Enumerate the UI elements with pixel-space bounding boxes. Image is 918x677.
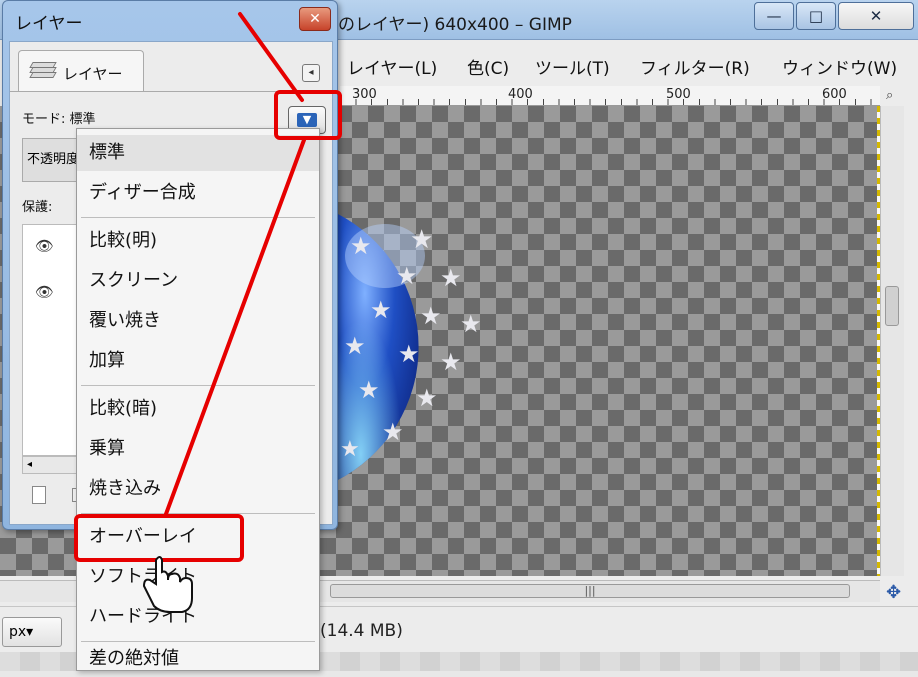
new-layer-icon[interactable] [32, 486, 46, 504]
svg-text:★: ★ [410, 225, 433, 255]
horizontal-ruler: 300 400 500 600 [340, 86, 880, 106]
navigate-icon[interactable]: ✥ [886, 582, 901, 603]
status-text: (14.4 MB) [320, 621, 403, 641]
eye-icon[interactable]: 👁 [35, 237, 54, 255]
svg-text:★: ★ [350, 232, 372, 260]
mode-option-burn[interactable]: 焼き込み [77, 471, 319, 507]
svg-text:★: ★ [420, 302, 442, 330]
mode-option-multiply[interactable]: 乗算 [77, 431, 319, 467]
menu-separator [81, 385, 315, 386]
menu-windows[interactable]: ウィンドウ(W) [782, 54, 897, 79]
horizontal-scroll-thumb[interactable]: ||| [330, 584, 850, 598]
unit-select[interactable]: px▾ [2, 617, 62, 647]
svg-text:★: ★ [398, 340, 420, 368]
menu-filters[interactable]: フィルター(R) [640, 54, 750, 79]
protect-label: 保護: [22, 200, 53, 215]
ruler-ticks [340, 99, 880, 105]
svg-text:★: ★ [440, 348, 462, 376]
vertical-scroll-thumb[interactable] [885, 286, 899, 326]
svg-text:★: ★ [370, 296, 392, 324]
svg-text:★: ★ [344, 332, 366, 360]
menu-color[interactable]: 色(C) [467, 54, 509, 79]
layers-icon [29, 62, 57, 80]
layers-dialog-title: レイヤー [15, 14, 83, 34]
mode-dropdown-menu: 標準 ディザー合成 比較(明) スクリーン 覆い焼き 加算 比較(暗) 乗算 焼… [76, 128, 320, 671]
mode-option-addition[interactable]: 加算 [77, 343, 319, 379]
window-title: のレイヤー) 640x400 – GIMP [338, 15, 572, 35]
maximize-button[interactable]: □ [796, 2, 836, 30]
mode-option-lighten-only[interactable]: 比較(明) [77, 223, 319, 259]
mode-option-difference[interactable]: 差の絶対値 [77, 641, 319, 677]
svg-text:★: ★ [396, 262, 418, 290]
mode-option-soft-light[interactable]: ソフトライト [77, 559, 319, 595]
highlight-overlay-option [74, 514, 244, 562]
mode-option-dissolve[interactable]: ディザー合成 [77, 175, 319, 211]
highlight-mode-button [274, 90, 342, 140]
mode-option-normal[interactable]: 標準 [77, 135, 319, 171]
menu-layer[interactable]: レイヤー(L) [347, 54, 437, 79]
svg-text:★: ★ [416, 384, 438, 412]
svg-text:★: ★ [440, 264, 462, 292]
ruler-label: 400 [508, 87, 533, 102]
svg-text:★: ★ [382, 418, 404, 446]
mode-option-screen[interactable]: スクリーン [77, 263, 319, 299]
dock-menu-icon[interactable]: ◂ [302, 64, 320, 82]
ruler-label: 500 [666, 87, 691, 102]
zoom-icon[interactable]: ⌕ [886, 88, 904, 106]
svg-text:★: ★ [340, 437, 360, 462]
svg-text:★: ★ [358, 376, 380, 404]
opacity-label: 不透明度 [27, 152, 80, 167]
vertical-scrollbar[interactable] [880, 106, 904, 576]
ruler-label: 300 [352, 87, 377, 102]
menu-separator [81, 217, 315, 218]
menu-tools[interactable]: ツール(T) [535, 54, 610, 79]
mode-option-dodge[interactable]: 覆い焼き [77, 303, 319, 339]
tab-layers[interactable]: レイヤー [18, 50, 144, 92]
close-icon[interactable]: ✕ [299, 7, 331, 31]
ruler-label: 600 [822, 87, 847, 102]
mode-option-hard-light[interactable]: ハードライト [77, 599, 319, 635]
svg-text:★: ★ [460, 310, 482, 338]
tab-layers-label: レイヤー [63, 65, 123, 83]
eye-icon[interactable]: 👁 [35, 283, 54, 301]
close-window-button[interactable]: ✕ [838, 2, 914, 30]
minimize-button[interactable]: — [754, 2, 794, 30]
mode-label: モード: 標準 [22, 112, 96, 127]
mode-option-darken-only[interactable]: 比較(暗) [77, 391, 319, 427]
